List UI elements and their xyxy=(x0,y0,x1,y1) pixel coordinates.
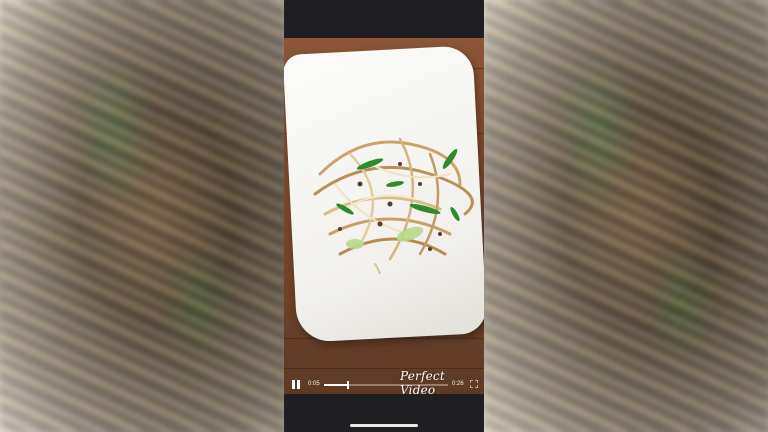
pause-icon[interactable] xyxy=(292,380,301,389)
video-player[interactable]: Perfect Video xyxy=(284,38,484,394)
blurred-background-right xyxy=(484,0,768,432)
scrubber-knob[interactable] xyxy=(346,381,349,389)
blurred-background-left xyxy=(0,0,284,432)
fullscreen-icon[interactable] xyxy=(470,380,478,388)
progress-fill xyxy=(324,384,348,386)
video-controls: 0:05 0:26 xyxy=(284,372,484,394)
progress-scrubber[interactable] xyxy=(324,381,448,389)
home-indicator[interactable] xyxy=(350,424,418,427)
status-bar xyxy=(284,0,484,38)
phone-frame: Perfect Video 0:05 0:26 xyxy=(284,0,484,432)
total-time: 0:26 xyxy=(452,381,464,387)
noodle-dish-image xyxy=(313,137,474,274)
current-time: 0:05 xyxy=(308,381,320,387)
